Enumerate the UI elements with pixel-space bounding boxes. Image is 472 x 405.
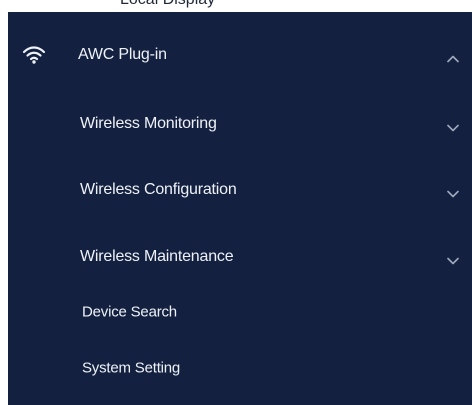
cropped-header-text: Local Display xyxy=(0,0,472,10)
wifi-icon xyxy=(22,45,46,65)
menu-item-wireless-configuration-label: Wireless Configuration xyxy=(80,181,237,198)
menu-item-awc-plug-in[interactable]: AWC Plug-in xyxy=(8,24,472,86)
chevron-up-icon xyxy=(446,51,460,63)
chevron-down-icon xyxy=(446,186,460,198)
menu-item-wireless-maintenance[interactable]: Wireless Maintenance xyxy=(8,226,472,288)
chevron-down-icon xyxy=(446,120,460,132)
menu-item-wireless-configuration[interactable]: Wireless Configuration xyxy=(8,159,472,221)
menu-item-awc-plug-in-label: AWC Plug-in xyxy=(78,46,167,63)
menu-item-system-setting-label: System Setting xyxy=(82,359,181,377)
cropped-header-label: Local Display xyxy=(120,0,215,9)
menu-item-system-setting[interactable]: System Setting xyxy=(8,341,472,395)
menu-item-wireless-monitoring-label: Wireless Monitoring xyxy=(80,115,217,132)
menu-item-wireless-maintenance-label: Wireless Maintenance xyxy=(80,248,234,265)
sidebar-menu: AWC Plug-in Wireless Monitoring Wireless… xyxy=(8,12,472,405)
menu-item-device-search[interactable]: Device Search xyxy=(8,285,472,339)
menu-item-wireless-monitoring[interactable]: Wireless Monitoring xyxy=(8,93,472,155)
menu-item-device-search-label: Device Search xyxy=(82,303,177,321)
chevron-down-icon xyxy=(446,253,460,265)
